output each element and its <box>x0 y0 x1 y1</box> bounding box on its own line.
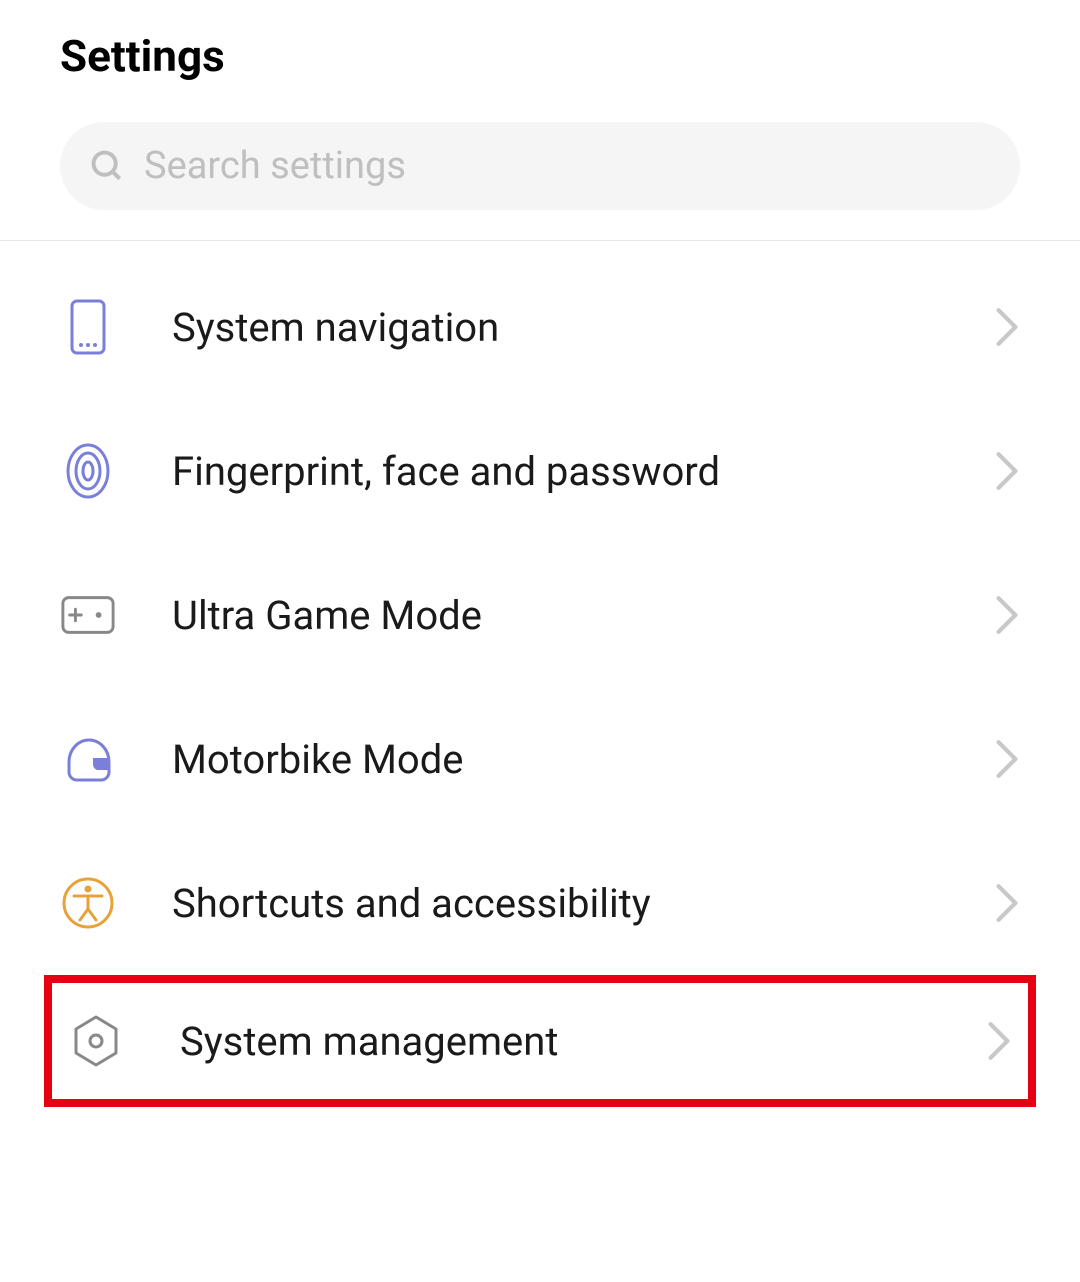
chevron-right-icon <box>994 306 1020 348</box>
search-input[interactable]: Search settings <box>60 122 1020 210</box>
fingerprint-icon <box>60 443 116 499</box>
chevron-right-icon <box>994 594 1020 636</box>
gear-hex-icon <box>68 1013 124 1069</box>
menu-item-label: System navigation <box>172 304 994 351</box>
settings-header: Settings <box>0 0 1080 122</box>
search-icon <box>88 147 126 185</box>
chevron-right-icon <box>994 738 1020 780</box>
page-title: Settings <box>60 30 1020 82</box>
menu-item-system-management[interactable]: System management <box>44 975 1036 1107</box>
menu-item-ultra-game-mode[interactable]: Ultra Game Mode <box>0 543 1080 687</box>
menu-item-motorbike-mode[interactable]: Motorbike Mode <box>0 687 1080 831</box>
menu-item-fingerprint-face-password[interactable]: Fingerprint, face and password <box>0 399 1080 543</box>
search-placeholder: Search settings <box>144 144 406 188</box>
accessibility-icon <box>60 875 116 931</box>
menu-item-label: Motorbike Mode <box>172 736 994 783</box>
menu-item-shortcuts-accessibility[interactable]: Shortcuts and accessibility <box>0 831 1080 975</box>
chevron-right-icon <box>986 1020 1012 1062</box>
menu-item-label: Ultra Game Mode <box>172 592 994 639</box>
settings-menu-list: System navigation Fingerprint, face and … <box>0 241 1080 1107</box>
menu-item-label: System management <box>180 1018 986 1065</box>
menu-item-system-navigation[interactable]: System navigation <box>0 255 1080 399</box>
phone-icon <box>60 299 116 355</box>
search-container: Search settings <box>0 122 1080 240</box>
menu-item-label: Fingerprint, face and password <box>172 448 994 495</box>
gamepad-icon <box>60 587 116 643</box>
menu-item-label: Shortcuts and accessibility <box>172 880 994 927</box>
chevron-right-icon <box>994 450 1020 492</box>
helmet-icon <box>60 731 116 787</box>
chevron-right-icon <box>994 882 1020 924</box>
